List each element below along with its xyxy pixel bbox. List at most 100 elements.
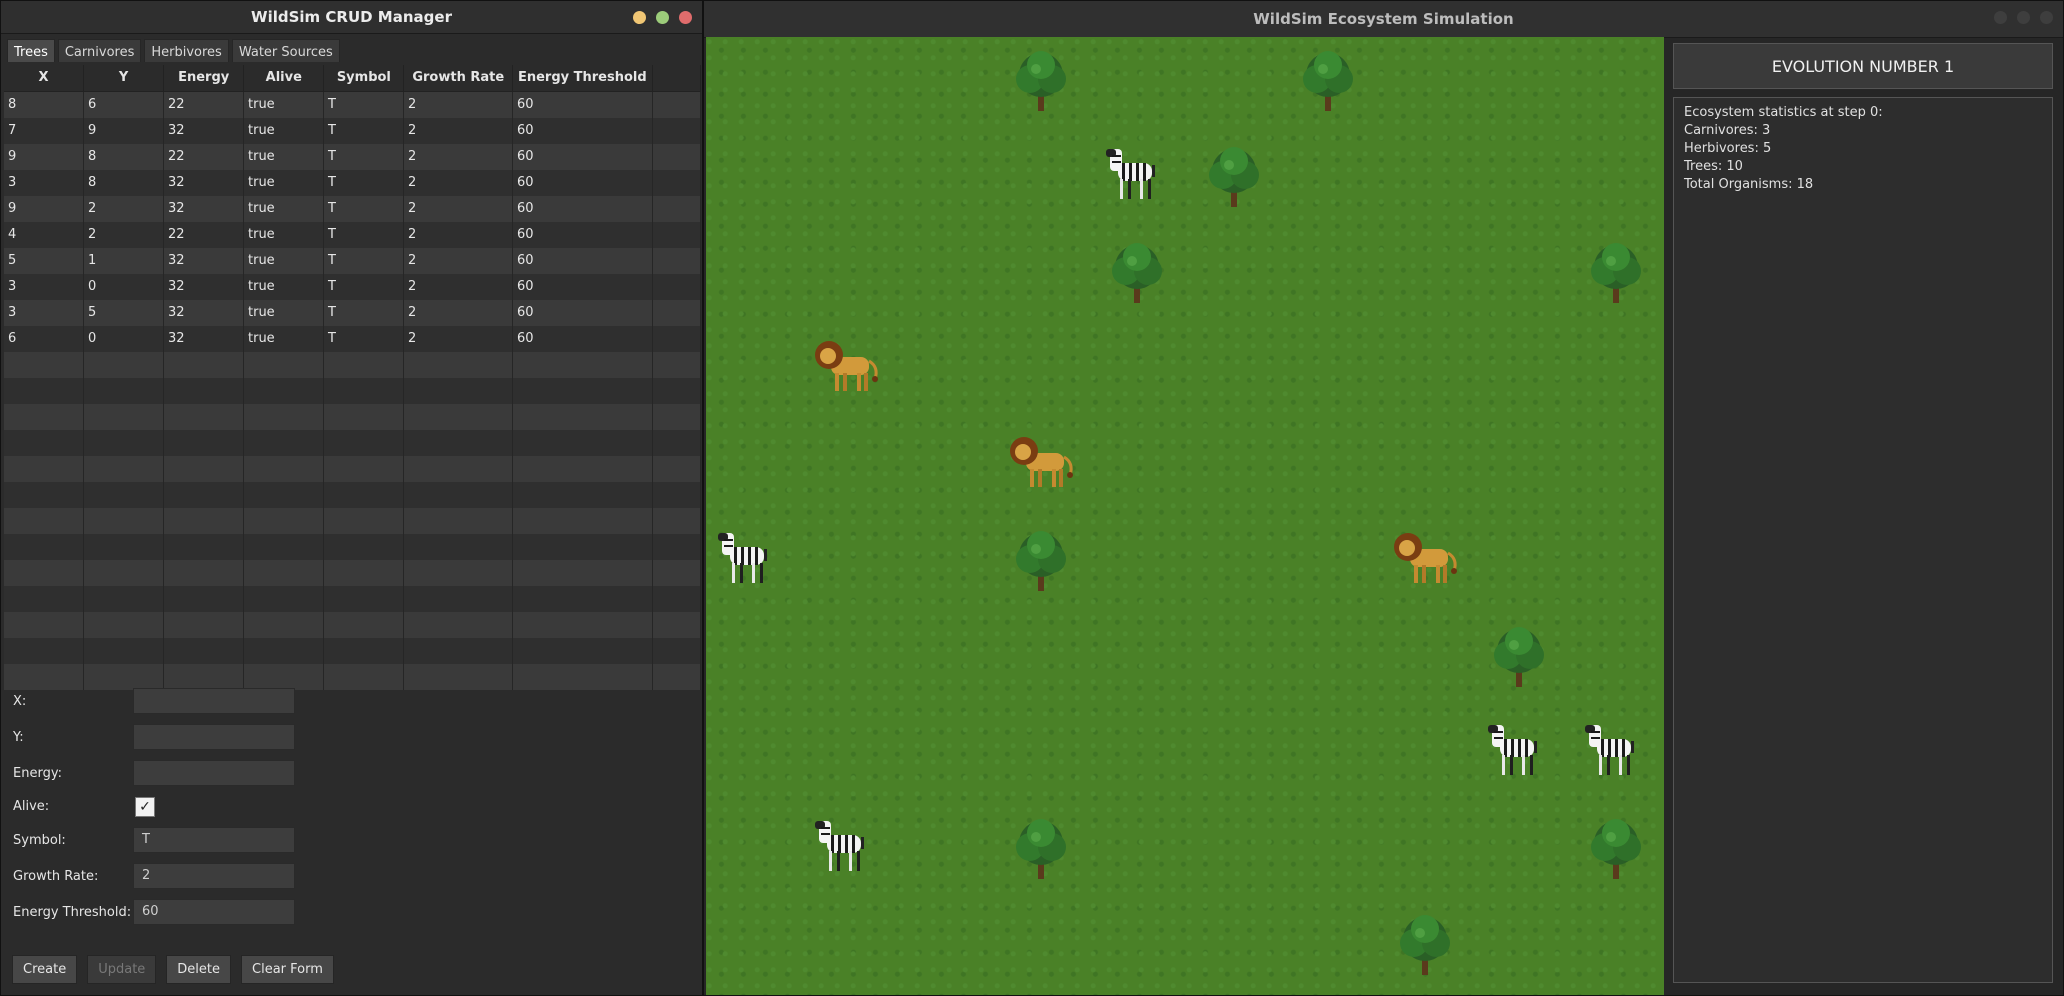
energy-threshold-input[interactable]: 60: [133, 899, 295, 925]
minimize-button[interactable]: [633, 11, 646, 24]
energy-input[interactable]: [133, 760, 295, 786]
table-cell: T: [324, 92, 404, 118]
table-cell: 9: [4, 144, 84, 170]
table-cell: [653, 274, 701, 300]
table-row[interactable]: 3 0 32 true T 2 60: [4, 274, 701, 300]
stats-line: Trees: 10: [1684, 159, 1743, 174]
table-cell: [513, 508, 653, 534]
stats-panel: EVOLUTION NUMBER 1 Ecosystem statistics …: [1673, 43, 2053, 983]
table-row[interactable]: [4, 404, 701, 430]
tab-water-sources[interactable]: Water Sources: [231, 39, 340, 62]
table-cell: 2: [404, 170, 513, 196]
table-row[interactable]: 9 8 22 true T 2 60: [4, 144, 701, 170]
table-row[interactable]: [4, 482, 701, 508]
evolution-number-button[interactable]: EVOLUTION NUMBER 1: [1673, 43, 2053, 89]
table-row[interactable]: [4, 664, 701, 690]
table-row[interactable]: 5 1 32 true T 2 60: [4, 248, 701, 274]
table-cell: [653, 248, 701, 274]
symbol-input[interactable]: T: [133, 827, 295, 853]
table-cell: 60: [513, 118, 653, 144]
table-cell: T: [324, 326, 404, 352]
table-cell: true: [244, 222, 324, 248]
update-button[interactable]: Update: [87, 955, 157, 984]
tab-carnivores[interactable]: Carnivores: [57, 39, 142, 62]
table-row[interactable]: [4, 534, 701, 560]
table-row[interactable]: 3 5 32 true T 2 60: [4, 300, 701, 326]
column-header-alive[interactable]: Alive: [244, 65, 325, 91]
table-cell: 32: [164, 170, 244, 196]
column-header-energy[interactable]: Energy: [164, 65, 245, 91]
table-row[interactable]: 3 8 32 true T 2 60: [4, 170, 701, 196]
table-cell: [653, 664, 701, 690]
column-header-y[interactable]: Y: [84, 65, 165, 91]
table-cell: [324, 430, 404, 456]
window-controls: [633, 11, 692, 24]
table-cell: 2: [404, 118, 513, 144]
sim-minimize-button[interactable]: [1994, 11, 2007, 24]
table-cell: [653, 118, 701, 144]
table-row[interactable]: [4, 378, 701, 404]
table-row[interactable]: [4, 560, 701, 586]
table-cell: [164, 586, 244, 612]
table-cell: [164, 352, 244, 378]
table-cell: 2: [404, 196, 513, 222]
tree-icon: [1591, 819, 1641, 879]
x-label: X:: [13, 693, 27, 709]
column-header-x[interactable]: X: [4, 65, 85, 91]
table-row[interactable]: 9 2 32 true T 2 60: [4, 196, 701, 222]
sim-maximize-button[interactable]: [2017, 11, 2030, 24]
table-cell: [324, 508, 404, 534]
table-cell: 60: [513, 92, 653, 118]
column-header-energy-threshold[interactable]: Energy Threshold: [513, 65, 653, 91]
table-row[interactable]: [4, 430, 701, 456]
delete-button[interactable]: Delete: [166, 955, 232, 984]
table-cell: [84, 560, 164, 586]
table-cell: [513, 482, 653, 508]
table-cell: [4, 404, 84, 430]
table-cell: 32: [164, 326, 244, 352]
table-cell: true: [244, 300, 324, 326]
table-cell: [4, 352, 84, 378]
tab-herbivores[interactable]: Herbivores: [144, 39, 229, 62]
sim-close-button[interactable]: [2040, 11, 2053, 24]
table-cell: 2: [404, 326, 513, 352]
clear-form-button[interactable]: Clear Form: [241, 955, 334, 984]
table-row[interactable]: 4 2 22 true T 2 60: [4, 222, 701, 248]
table-cell: [324, 612, 404, 638]
checkmark-icon: ✓: [139, 799, 151, 815]
table-cell: 32: [164, 196, 244, 222]
table-cell: 60: [513, 248, 653, 274]
table-cell: 9: [4, 196, 84, 222]
table-cell: [513, 586, 653, 612]
tab-trees[interactable]: Trees: [7, 39, 55, 62]
close-button[interactable]: [679, 11, 692, 24]
table-row[interactable]: 6 0 32 true T 2 60: [4, 326, 701, 352]
table-row[interactable]: [4, 352, 701, 378]
table-cell: [4, 534, 84, 560]
table-cell: [513, 612, 653, 638]
table-cell: [324, 456, 404, 482]
maximize-button[interactable]: [656, 11, 669, 24]
table-row[interactable]: [4, 508, 701, 534]
table-row[interactable]: [4, 612, 701, 638]
table-row[interactable]: 8 6 22 true T 2 60: [4, 92, 701, 118]
table-row[interactable]: [4, 586, 701, 612]
table-row[interactable]: 7 9 32 true T 2 60: [4, 118, 701, 144]
table-cell: [513, 534, 653, 560]
growth-rate-input[interactable]: 2: [133, 863, 295, 889]
alive-checkbox[interactable]: ✓: [135, 797, 155, 817]
column-header-symbol[interactable]: Symbol: [324, 65, 405, 91]
crud-titlebar: WildSim CRUD Manager: [1, 1, 702, 34]
tree-icon: [1016, 819, 1066, 879]
crud-manager-window: WildSim CRUD Manager Trees Carnivores He…: [0, 0, 703, 996]
table-cell: [84, 456, 164, 482]
create-button[interactable]: Create: [12, 955, 78, 984]
y-input[interactable]: [133, 724, 295, 750]
x-input[interactable]: [133, 688, 295, 714]
crud-window-title: WildSim CRUD Manager: [251, 8, 452, 26]
column-header-growth-rate[interactable]: Growth Rate: [404, 65, 514, 91]
table-cell: [164, 430, 244, 456]
table-cell: 32: [164, 248, 244, 274]
table-row[interactable]: [4, 638, 701, 664]
table-row[interactable]: [4, 456, 701, 482]
